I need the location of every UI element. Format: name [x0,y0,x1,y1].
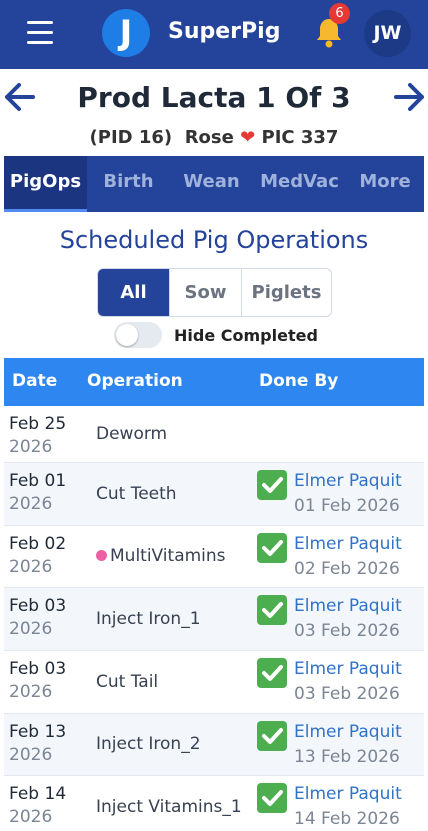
row-operation: Cut Teeth [96,484,177,504]
row-year: 2026 [9,745,53,765]
next-pig-arrow-icon[interactable] [392,82,426,112]
completed-check-icon [257,721,287,751]
tab-birth[interactable]: Birth [87,156,170,212]
table-row[interactable]: Feb 25 2026 Deworm [4,406,424,463]
row-operation-label: Deworm [96,424,168,444]
completed-check-icon [257,783,287,813]
completed-check-icon [257,658,287,688]
row-date: Feb 13 [9,722,67,742]
row-date: Feb 03 [9,659,67,679]
row-operation-label: Inject Iron_2 [96,734,201,754]
row-operation: Inject Vitamins_1 [96,797,242,817]
pig-identity: (PID 16) Rose ❤ PIC 337 [0,127,428,148]
tab-pigops[interactable]: PigOps [4,156,87,212]
row-date: Feb 02 [9,534,67,554]
operations-table: Feb 25 2026 Deworm Feb 01 2026 Cut Teeth Elmer… [4,406,424,831]
pig-pic: PIC 337 [261,127,339,148]
row-date: Feb 03 [9,596,67,616]
row-done-by[interactable]: Elmer Paquit [294,534,402,554]
completed-check-icon [257,470,287,500]
row-done-by[interactable]: Elmer Paquit [294,471,402,491]
tab-more[interactable]: More [346,156,424,212]
user-avatar[interactable]: JW [364,10,411,57]
row-year: 2026 [9,619,53,639]
row-done-date: 13 Feb 2026 [294,747,400,767]
app-header: J SuperPig 6 JW [0,0,428,69]
row-date: Feb 14 [9,784,67,804]
column-header-date[interactable]: Date [12,371,57,391]
row-operation: Inject Iron_1 [96,609,201,629]
table-row[interactable]: Feb 02 2026 MultiVitamins Elmer Paquit 02 Fe… [4,526,424,588]
row-year: 2026 [9,494,53,514]
row-done-date: 01 Feb 2026 [294,496,400,516]
column-header-done-by[interactable]: Done By [259,371,338,391]
status-dot-icon [96,550,107,561]
row-date: Feb 25 [9,414,67,434]
row-operation-label: Cut Teeth [96,484,177,504]
table-row[interactable]: Feb 13 2026 Inject Iron_2 Elmer Paquit 13 Fe… [4,714,424,776]
completed-check-icon [257,533,287,563]
app-logo: J [102,9,150,57]
table-row[interactable]: Feb 01 2026 Cut Teeth Elmer Paquit 01 Feb 20… [4,463,424,526]
table-row[interactable]: Feb 03 2026 Cut Tail Elmer Paquit 03 Feb 202… [4,651,424,714]
pig-pid: (PID 16) [89,127,173,148]
table-row[interactable]: Feb 03 2026 Inject Iron_1 Elmer Paquit 03 Fe… [4,588,424,651]
row-operation-label: Cut Tail [96,672,159,692]
row-operation-label: Inject Iron_1 [96,609,201,629]
row-year: 2026 [9,557,53,577]
row-done-by[interactable]: Elmer Paquit [294,659,402,679]
filter-segmented-control: All Sow Piglets [97,268,332,317]
row-operation: Deworm [96,424,167,444]
row-done-date: 03 Feb 2026 [294,684,400,704]
row-done-date: 14 Feb 2026 [294,809,400,829]
notification-count-badge: 6 [329,3,350,24]
heart-icon: ❤ [240,127,256,148]
row-operation-label: Inject Vitamins_1 [96,797,242,817]
pig-name: Rose [184,127,234,148]
row-operation: MultiVitamins [96,546,226,566]
row-year: 2026 [9,807,53,827]
row-year: 2026 [9,437,53,457]
app-title: SuperPig [168,19,281,44]
row-done-by[interactable]: Elmer Paquit [294,596,402,616]
table-row[interactable]: Feb 14 2026 Inject Vitamins_1 Elmer Paquit 1… [4,776,424,831]
pig-title: Prod Lacta 1 Of 3 [77,81,351,114]
tab-wean[interactable]: Wean [170,156,253,212]
row-done-date: 03 Feb 2026 [294,621,400,641]
completed-check-icon [257,595,287,625]
row-operation-label: MultiVitamins [110,546,226,566]
table-header: Date Operation Done By [4,358,424,406]
tab-medvac[interactable]: MedVac [253,156,346,212]
column-header-operation[interactable]: Operation [87,371,183,391]
menu-icon[interactable] [27,21,53,45]
row-operation: Cut Tail [96,672,158,692]
filter-piglets-button[interactable]: Piglets [242,269,331,316]
section-tabs: PigOps Birth Wean MedVac More [4,156,424,212]
hide-completed-toggle[interactable] [114,322,162,348]
section-title: Scheduled Pig Operations [59,226,369,254]
row-done-date: 02 Feb 2026 [294,559,400,579]
filter-all-button[interactable]: All [98,269,170,316]
row-done-by[interactable]: Elmer Paquit [294,784,402,804]
filter-sow-button[interactable]: Sow [170,269,242,316]
row-date: Feb 01 [9,471,67,491]
row-done-by[interactable]: Elmer Paquit [294,722,402,742]
row-year: 2026 [9,682,53,702]
hide-completed-label: Hide Completed [174,326,318,345]
row-operation: Inject Iron_2 [96,734,201,754]
